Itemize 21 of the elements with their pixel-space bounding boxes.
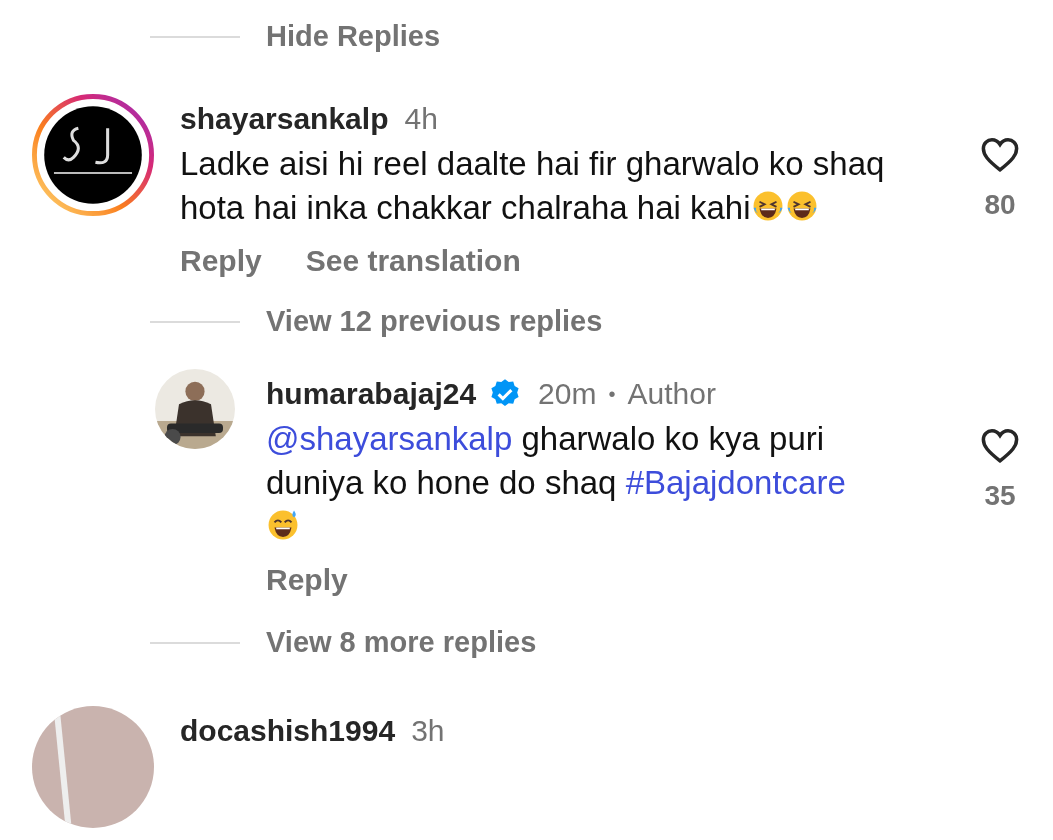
like-count: 80 [984,188,1016,222]
timestamp: 4h [404,101,438,137]
author-label: Author [627,376,716,412]
replies-toggle[interactable]: View 8 more replies [266,621,537,665]
username[interactable]: humarabajaj24 [266,375,477,413]
sweat-smile-icon [266,508,300,542]
timestamp: 20m [538,376,597,412]
translation-link[interactable]: See translation [305,238,521,283]
timestamp: 3h [411,713,445,749]
comment-text: Ladke aisi hi reel daalte hai fir gharwalo ko shaq hota hai inka chakkar chalraha hai kahi [180,144,886,228]
mention-link[interactable]: @shayarsankalp [266,420,513,457]
comment-text: @shayarsankalp gharwalo ko kya puri duniya ko hone do shaq #Bajajdontcare [266,417,886,549]
like-count: 35 [984,479,1016,513]
separator-dot: • [608,382,616,407]
replies-toggle[interactable]: View 12 previous replies [266,300,603,344]
username[interactable]: docashish1994 [180,712,396,750]
username[interactable]: shayarsankalp [180,100,389,138]
reply-button[interactable]: Reply [266,557,348,602]
hashtag-link[interactable]: #Bajajdontcare [625,464,846,501]
replies-toggle[interactable]: Hide Replies [266,15,441,59]
reply-button[interactable]: Reply [180,238,262,283]
